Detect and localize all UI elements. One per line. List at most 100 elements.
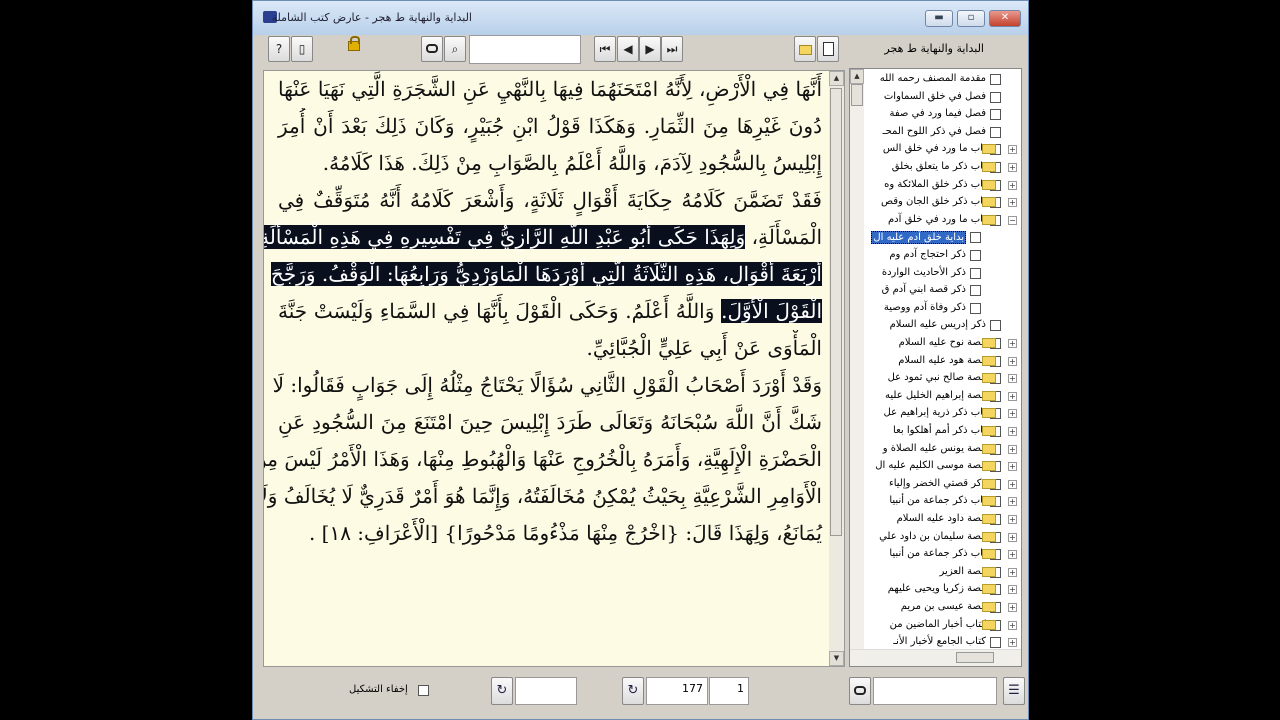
tree-expander[interactable]: + [1008, 339, 1017, 348]
tree-item[interactable]: قصة يونس عليه الصلاة و [868, 441, 986, 458]
tree-item[interactable]: باب ذكر ذرية إبراهيم عل [868, 405, 986, 422]
tree-item[interactable]: بداية خلق آدم عليه ال [868, 229, 966, 246]
tree-item[interactable]: قصة العزير [868, 564, 986, 581]
tree-item-checkbox[interactable] [970, 267, 981, 279]
hide-diacritics-checkbox[interactable] [418, 685, 429, 696]
tree-expander[interactable]: + [1008, 198, 1017, 208]
tree-item[interactable]: ذكر قصة ابني آدم ق [868, 282, 966, 299]
tree-item[interactable]: كتاب أخبار الماضين من [868, 617, 986, 634]
tree-expander[interactable]: + [1008, 603, 1017, 612]
tree-expander[interactable]: + [1008, 444, 1017, 454]
tree-item[interactable]: باب ذكر ما يتعلق بخلق [868, 159, 986, 176]
tree-expander[interactable]: + [1008, 479, 1017, 489]
help-button[interactable]: ? [268, 36, 290, 62]
tree-expander[interactable]: − [1008, 215, 1017, 225]
tree-item[interactable]: ذكر الأحاديث الواردة [868, 265, 966, 282]
tree-item[interactable]: باب ذكر خلق الجان وقص [868, 194, 986, 211]
add-bookmark-button[interactable] [794, 36, 816, 62]
tree-item-checkbox[interactable] [990, 637, 1001, 649]
tree-item[interactable]: قصة داود عليه السلام [868, 511, 986, 528]
toc-button[interactable] [817, 36, 839, 62]
tree-item[interactable]: ذكر احتجاج آدم وم [868, 247, 966, 264]
scroll-thumb[interactable] [830, 88, 842, 536]
tree-item[interactable]: فصل في ذكر اللوح المحـ [868, 124, 986, 141]
tree-expander[interactable]: + [1008, 532, 1017, 542]
tree-item[interactable]: فصل في خلق السماوات [868, 89, 986, 106]
tree-scrollbar[interactable]: ▲ [850, 69, 864, 650]
tree-expander[interactable]: + [1008, 163, 1017, 172]
tree-item[interactable]: ذكر إدريس عليه السلام [868, 317, 986, 334]
list-button[interactable]: ☰ [1003, 677, 1025, 705]
tree-expander[interactable]: + [1008, 620, 1017, 630]
tree-item-checkbox[interactable] [990, 126, 1001, 138]
tree-item-checkbox[interactable] [970, 285, 981, 297]
tree-item[interactable]: قصة نوح عليه السلام [868, 335, 986, 352]
tree-item[interactable]: قصة عيسى بن مريم [868, 599, 986, 616]
refresh-button-2[interactable]: ↻ [622, 677, 644, 705]
tree-hscrollbar[interactable] [850, 649, 1021, 666]
tree-item[interactable]: باب ذكر جماعة من أنبيا [868, 546, 986, 563]
tree-item[interactable]: قصة سليمان بن داود علي [868, 529, 986, 546]
tree-item-checkbox[interactable] [970, 302, 981, 314]
prev-page-button[interactable]: ◀ [617, 36, 639, 62]
close-button[interactable]: ✕ [989, 10, 1021, 27]
tree-item[interactable]: قصة هود عليه السلام [868, 353, 986, 370]
tree-scroll-thumb[interactable] [851, 84, 863, 106]
tree-expander[interactable]: + [1008, 374, 1017, 384]
search-input[interactable] [469, 35, 581, 64]
tree-expander[interactable]: + [1008, 180, 1017, 190]
tree-expander[interactable]: + [1008, 462, 1017, 472]
tree-expander[interactable]: + [1008, 550, 1017, 560]
tree-expander[interactable]: + [1008, 145, 1017, 155]
first-page-button[interactable]: ⏮ [594, 36, 616, 62]
tree-expander[interactable]: + [1008, 515, 1017, 524]
maximize-button[interactable]: ▫ [957, 10, 985, 27]
tree-item[interactable]: باب ذكر أمم أهلكوا بعا [868, 423, 986, 440]
tree-item-checkbox[interactable] [970, 232, 981, 244]
tree-item[interactable]: مقدمة المصنف رحمه الله [868, 71, 986, 88]
next-page-button[interactable]: ▶ [639, 36, 661, 62]
refresh-button-1[interactable]: ↻ [491, 677, 513, 705]
tree-item[interactable]: قصة صالح نبي ثمود عل [868, 370, 986, 387]
tree-item[interactable]: باب ما ورد في خلق آدم [868, 212, 986, 229]
tree-expander[interactable]: + [1008, 567, 1017, 577]
part-number-input[interactable]: 177 [646, 677, 708, 705]
status-input-1[interactable] [515, 677, 577, 705]
tree-item-checkbox[interactable] [990, 109, 1001, 121]
tree-item[interactable]: فصل فيما ورد في صفة [868, 106, 986, 123]
search-book-button[interactable]: ⌕ [444, 36, 466, 62]
minimize-button[interactable]: ▬ [925, 10, 953, 27]
tree-item[interactable]: قصة موسى الكليم عليه ال [868, 458, 986, 475]
tree-expander[interactable]: + [1008, 427, 1017, 436]
book-text-pane[interactable]: أَنَّهَا فِي الْأَرْضِ، لِأَنَّهُ امْتَح… [263, 70, 845, 667]
last-page-button[interactable]: ⏭ [661, 36, 683, 62]
tree-item[interactable]: قصة زكريا ويحيى عليهم [868, 581, 986, 598]
text-scrollbar[interactable]: ▲ ▼ [829, 71, 844, 666]
tree-item-checkbox[interactable] [990, 320, 1001, 332]
tree-expander[interactable]: + [1008, 409, 1017, 419]
tree-item-checkbox[interactable] [990, 91, 1001, 103]
tree-item[interactable]: ذكر وفاة آدم ووصية [868, 300, 966, 317]
scroll-up-button[interactable]: ▲ [829, 71, 844, 86]
tree-expander[interactable]: + [1008, 356, 1017, 366]
tree-item[interactable]: ذكر قصتي الخضر وإلياء [868, 476, 986, 493]
tree-expander[interactable]: + [1008, 391, 1017, 401]
find-button[interactable] [849, 677, 871, 705]
tree-search-input[interactable] [873, 677, 997, 705]
toc-tree[interactable]: ▲ مقدمة المصنف رحمه الله فصل في خلق السما… [849, 68, 1022, 667]
tree-expander[interactable]: + [1008, 497, 1017, 507]
scroll-down-button[interactable]: ▼ [829, 651, 844, 666]
tree-hscroll-thumb[interactable] [956, 652, 994, 663]
binoculars-button[interactable] [421, 36, 443, 62]
page-icon-button[interactable]: ▯ [291, 36, 313, 62]
tree-item[interactable]: باب ذكر خلق الملائكة وه [868, 177, 986, 194]
tree-scroll-up[interactable]: ▲ [850, 69, 864, 84]
tree-item[interactable]: باب ذكر جماعة من أنبيا [868, 493, 986, 510]
tree-item-checkbox[interactable] [970, 250, 981, 261]
tree-expander[interactable]: + [1008, 638, 1017, 648]
tree-expander[interactable]: + [1008, 585, 1017, 595]
tree-item[interactable]: باب ما ورد في خلق الس [868, 141, 986, 158]
tree-item-checkbox[interactable] [990, 74, 1001, 85]
page-number-input[interactable]: 1 [709, 677, 749, 705]
tree-item[interactable]: قصة إبراهيم الخليل عليه [868, 388, 986, 405]
